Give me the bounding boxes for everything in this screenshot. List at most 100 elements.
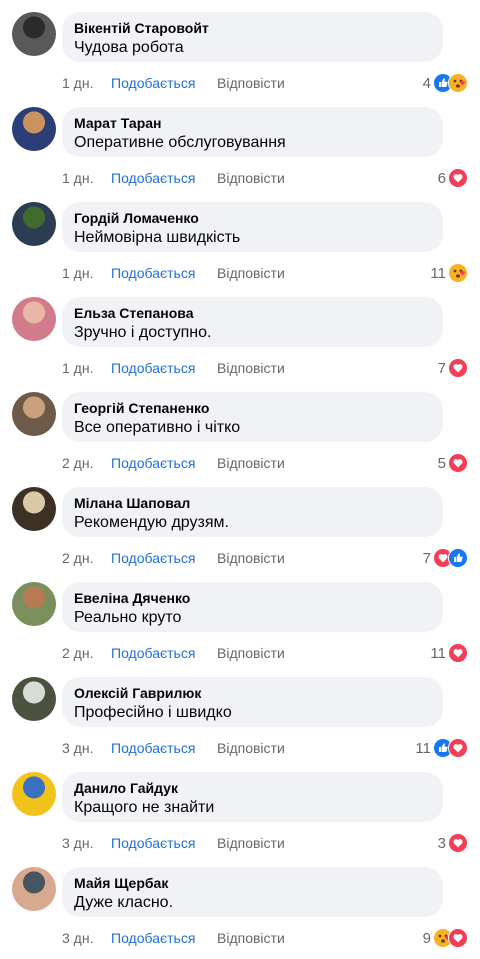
reactions-summary[interactable]: 6 xyxy=(438,167,468,189)
reactions-summary[interactable]: 11 xyxy=(415,737,468,759)
comment-author[interactable]: Майя Щербак xyxy=(74,874,431,892)
comment-text: Все оперативно і чітко xyxy=(74,419,241,436)
comment-time[interactable]: 3 дн. xyxy=(62,929,111,947)
avatar[interactable] xyxy=(12,392,56,436)
like-button[interactable]: Подобається xyxy=(111,74,217,92)
comment-actions: 3 дн. Подобається Відповісти xyxy=(62,834,285,852)
comment-author[interactable]: Гордій Ломаченко xyxy=(74,209,431,227)
avatar[interactable] xyxy=(12,12,56,56)
comment-bubble: Мілана Шаповал Рекомендую друзям. xyxy=(62,487,443,537)
like-button[interactable]: Подобається xyxy=(111,549,217,567)
reply-button[interactable]: Відповісти xyxy=(217,929,285,947)
comment-time[interactable]: 2 дн. xyxy=(62,454,111,472)
comment-item: Марат Таран Оперативне обслуговування 1 … xyxy=(0,95,480,190)
reactions-summary[interactable]: 4 xyxy=(423,72,468,94)
like-button[interactable]: Подобається xyxy=(111,644,217,662)
comment-time[interactable]: 1 дн. xyxy=(62,74,111,92)
wow-love-reaction-icon xyxy=(448,263,468,283)
comment-text: Оперативне обслуговування xyxy=(74,134,286,151)
comment-item: Евеліна Дяченко Реально круто 2 дн. Подоб… xyxy=(0,570,480,665)
reply-button[interactable]: Відповісти xyxy=(217,549,285,567)
reply-button[interactable]: Відповісти xyxy=(217,169,285,187)
avatar[interactable] xyxy=(12,677,56,721)
reaction-count: 7 xyxy=(422,549,431,567)
avatar[interactable] xyxy=(12,772,56,816)
reply-button[interactable]: Відповісти xyxy=(217,834,285,852)
comment-bubble: Олексій Гаврилюк Професійно і швидко xyxy=(62,677,443,727)
comment-author[interactable]: Ельза Степанова xyxy=(74,304,431,322)
like-button[interactable]: Подобається xyxy=(111,454,217,472)
reactions-summary[interactable]: 11 xyxy=(430,262,468,284)
comment-item: Гордій Ломаченко Неймовірна швидкість 1 … xyxy=(0,190,480,285)
wow-love-reaction-icon xyxy=(448,73,468,93)
reaction-count: 11 xyxy=(430,264,446,282)
comment-actions: 2 дн. Подобається Відповісти xyxy=(62,549,285,567)
comment-actions: 2 дн. Подобається Відповісти xyxy=(62,644,285,662)
comment-actions: 3 дн. Подобається Відповісти xyxy=(62,739,285,757)
comment-text: Професійно і швидко xyxy=(74,704,232,721)
comment-text: Дуже класно. xyxy=(74,894,174,911)
reaction-count: 11 xyxy=(430,644,446,662)
reaction-count: 3 xyxy=(437,834,446,852)
love-reaction-icon xyxy=(448,928,468,948)
comment-time[interactable]: 1 дн. xyxy=(62,169,111,187)
reaction-count: 7 xyxy=(437,359,446,377)
avatar[interactable] xyxy=(12,107,56,151)
reactions-summary[interactable]: 11 xyxy=(430,642,468,664)
reply-button[interactable]: Відповісти xyxy=(217,264,285,282)
reply-button[interactable]: Відповісти xyxy=(217,74,285,92)
love-reaction-icon xyxy=(448,833,468,853)
reactions-summary[interactable]: 9 xyxy=(423,927,468,949)
reactions-summary[interactable]: 5 xyxy=(438,452,468,474)
comment-bubble: Майя Щербак Дуже класно. xyxy=(62,867,443,917)
reply-button[interactable]: Відповісти xyxy=(217,359,285,377)
comment-author[interactable]: Георгій Степаненко xyxy=(74,399,431,417)
avatar[interactable] xyxy=(12,202,56,246)
comment-time[interactable]: 1 дн. xyxy=(62,264,111,282)
comment-bubble: Георгій Степаненко Все оперативно і чітк… xyxy=(62,392,443,442)
comment-author[interactable]: Мілана Шаповал xyxy=(74,494,431,512)
comment-time[interactable]: 3 дн. xyxy=(62,834,111,852)
avatar[interactable] xyxy=(12,582,56,626)
reactions-summary[interactable]: 3 xyxy=(438,832,468,854)
reply-button[interactable]: Відповісти xyxy=(217,739,285,757)
comment-author[interactable]: Олексій Гаврилюк xyxy=(74,684,431,702)
comment-time[interactable]: 2 дн. xyxy=(62,549,111,567)
avatar[interactable] xyxy=(12,297,56,341)
like-button[interactable]: Подобається xyxy=(111,264,217,282)
comment-item: Ельза Степанова Зручно і доступно. 1 дн.… xyxy=(0,285,480,380)
comment-actions: 2 дн. Подобається Відповісти xyxy=(62,454,285,472)
like-button[interactable]: Подобається xyxy=(111,739,217,757)
love-reaction-icon xyxy=(448,168,468,188)
comment-bubble: Гордій Ломаченко Неймовірна швидкість xyxy=(62,202,443,252)
comment-item: Георгій Степаненко Все оперативно і чітк… xyxy=(0,380,480,475)
comment-item: Данило Гайдук Кращого не знайти 3 дн. Под… xyxy=(0,760,480,855)
comment-author[interactable]: Вікентій Старовойт xyxy=(74,19,431,37)
comment-time[interactable]: 2 дн. xyxy=(62,644,111,662)
like-button[interactable]: Подобається xyxy=(111,359,217,377)
comment-author[interactable]: Евеліна Дяченко xyxy=(74,589,431,607)
like-button[interactable]: Подобається xyxy=(111,169,217,187)
comment-text: Реально круто xyxy=(74,609,182,626)
like-button[interactable]: Подобається xyxy=(111,834,217,852)
comment-time[interactable]: 3 дн. xyxy=(62,739,111,757)
comment-time[interactable]: 1 дн. xyxy=(62,359,111,377)
comment-item: Мілана Шаповал Рекомендую друзям. 2 дн. П… xyxy=(0,475,480,570)
like-button[interactable]: Подобається xyxy=(111,929,217,947)
reaction-count: 6 xyxy=(437,169,446,187)
comment-item: Вікентій Старовойт Чудова робота 1 дн. По… xyxy=(0,0,480,95)
reactions-summary[interactable]: 7 xyxy=(438,357,468,379)
comment-author[interactable]: Марат Таран xyxy=(74,114,431,132)
comment-author[interactable]: Данило Гайдук xyxy=(74,779,431,797)
comment-item: Олексій Гаврилюк Професійно і швидко 3 д… xyxy=(0,665,480,760)
reply-button[interactable]: Відповісти xyxy=(217,644,285,662)
reaction-count: 11 xyxy=(415,739,431,757)
comment-text: Чудова робота xyxy=(74,39,184,56)
comment-bubble: Марат Таран Оперативне обслуговування xyxy=(62,107,443,157)
love-reaction-icon xyxy=(448,738,468,758)
comment-bubble: Евеліна Дяченко Реально круто xyxy=(62,582,443,632)
reactions-summary[interactable]: 7 xyxy=(423,547,468,569)
avatar[interactable] xyxy=(12,487,56,531)
avatar[interactable] xyxy=(12,867,56,911)
reply-button[interactable]: Відповісти xyxy=(217,454,285,472)
